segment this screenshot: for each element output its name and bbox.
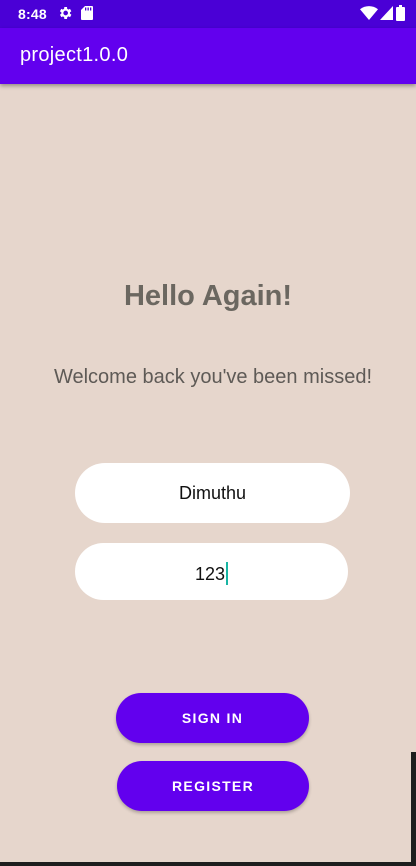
sign-in-button[interactable]: SIGN IN bbox=[116, 693, 309, 743]
status-bar: 8:48 bbox=[0, 0, 416, 28]
wifi-icon bbox=[360, 6, 378, 20]
settings-gear-icon bbox=[59, 7, 72, 19]
password-input[interactable]: 123 bbox=[75, 543, 348, 600]
password-value: 123 bbox=[75, 562, 348, 585]
hello-heading: Hello Again! bbox=[123, 280, 293, 312]
battery-icon bbox=[396, 5, 405, 21]
status-time: 8:48 bbox=[18, 6, 47, 22]
register-button[interactable]: REGISTER bbox=[117, 761, 309, 811]
app-title: project1.0.0 bbox=[20, 44, 129, 66]
sd-card-icon bbox=[81, 6, 93, 20]
text-cursor bbox=[226, 562, 229, 585]
username-input[interactable] bbox=[75, 463, 350, 523]
screen-edge-right bbox=[411, 752, 416, 866]
cell-signal-icon bbox=[380, 6, 393, 20]
phone-screen: 8:48 project1.0.0 Hello Again! Welcome b… bbox=[0, 0, 416, 866]
app-bar: project1.0.0 bbox=[0, 28, 416, 84]
screen-edge-bottom bbox=[0, 862, 416, 866]
welcome-subheading: Welcome back you've been missed! bbox=[53, 366, 373, 388]
